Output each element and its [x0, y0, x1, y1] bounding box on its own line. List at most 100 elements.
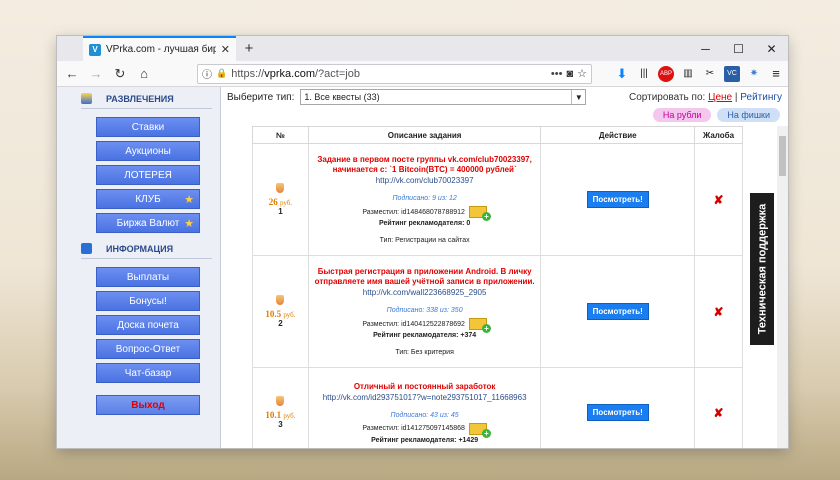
col-complaint: Жалоба [694, 126, 743, 144]
currency-toggle: На рубли На фишки [652, 108, 780, 122]
jobs-table: № Описание задания Действие Жалоба 26 ру… [252, 126, 743, 448]
row-price-cell: 26 руб. 1 [252, 143, 309, 256]
info-icon[interactable]: ⓘ [202, 66, 212, 81]
message-icon[interactable] [468, 422, 491, 438]
entertainment-menu: Ставки Аукционы ЛОТЕРЕЯ КЛУБ ★ Биржа Валю… [96, 117, 220, 233]
pocket-icon[interactable]: ◙ [566, 68, 573, 80]
gear-icon[interactable]: ✷ [746, 66, 762, 82]
window-controls: ─ ☐ ✕ [689, 36, 788, 61]
row-description-cell: Отличный и постоянный заработок http://v… [307, 367, 542, 448]
menu-bonuses-button[interactable]: Бонусы! [96, 291, 200, 311]
sort-by-price-link[interactable]: Цене [708, 92, 732, 103]
extension-vc-icon[interactable]: VC [724, 65, 740, 82]
table-header-row: № Описание задания Действие Жалоба [252, 126, 743, 144]
table-row: 10.1 руб. 3 Отличный и постоянный зарабо… [252, 367, 743, 448]
poster-id: Разместил: id148468078788912 [362, 208, 465, 216]
report-icon[interactable]: ✘ [713, 406, 723, 420]
row-complaint-cell: ✘ [694, 255, 743, 368]
advertiser-rating: Рейтинг рекламодателя: +374 [373, 332, 477, 339]
row-price-cell: 10.5 руб. 2 [252, 255, 309, 368]
sidebar-icon[interactable]: ▥ [680, 66, 696, 82]
bookmark-star-icon[interactable]: ☆ [577, 67, 587, 80]
navigation-bar: ← → ↻ ⌂ ⓘ 🔒 https://vprka.com/?act=job •… [57, 61, 788, 87]
close-window-icon[interactable]: ✕ [755, 36, 788, 61]
view-button[interactable]: Посмотреть! [586, 404, 649, 421]
report-icon[interactable]: ✘ [713, 305, 723, 319]
task-link[interactable]: http://vk.com/id293751017?w=note29375101… [309, 393, 541, 402]
row-complaint-cell: ✘ [694, 367, 743, 448]
section-title: РАЗВЛЕЧЕНИЯ [106, 93, 174, 104]
url-bar[interactable]: ⓘ 🔒 https://vprka.com/?act=job ••• ◙ ☆ [197, 63, 592, 84]
medal-icon [276, 183, 285, 193]
screenshot-icon[interactable]: ✂ [702, 66, 718, 82]
table-row: 10.5 руб. 2 Быстрая регистрация в прилож… [252, 255, 743, 368]
menu-faq-button[interactable]: Вопрос-Ответ [96, 339, 200, 359]
signed-count: Подписано: 9 из: 12 [392, 195, 457, 202]
quest-type-select[interactable]: 1. Все квесты (33) ▼ [300, 89, 587, 105]
poster-id: Разместил: id141275097145868 [362, 425, 465, 432]
reload-icon[interactable]: ↻ [109, 64, 131, 84]
report-icon[interactable]: ✘ [713, 193, 723, 207]
star-icon: ★ [184, 217, 194, 230]
col-number: № [252, 126, 309, 144]
maximize-icon[interactable]: ☐ [722, 36, 755, 61]
page-actions-icon[interactable]: ••• [551, 68, 563, 80]
menu-icon[interactable]: ≡ [768, 66, 784, 82]
task-link[interactable]: http://vk.com/club70023397 [309, 176, 541, 185]
row-description-cell: Задание в первом посте группы vk.com/clu… [307, 143, 542, 256]
advertiser-rating: Рейтинг рекламодателя: +1429 [371, 436, 479, 444]
adblock-icon[interactable]: ABP [658, 65, 674, 82]
task-type: Тип: Без критерия [395, 349, 454, 356]
signed-count: Подписано: 43 из: 45 [390, 411, 459, 419]
back-icon[interactable]: ← [61, 64, 83, 84]
page-content: РАЗВЛЕЧЕНИЯ Ставки Аукционы ЛОТЕРЕЯ КЛУБ… [57, 87, 788, 448]
view-button[interactable]: Посмотреть! [586, 303, 649, 320]
filter-label: Выберите тип: [227, 91, 295, 103]
message-icon[interactable] [468, 318, 491, 333]
close-tab-icon[interactable]: ✕ [221, 43, 230, 56]
view-button[interactable]: Посмотреть! [586, 191, 649, 208]
exit-button[interactable]: Выход [96, 395, 200, 415]
home-icon[interactable]: ⌂ [133, 64, 155, 84]
message-icon[interactable] [468, 206, 491, 221]
table-scrollbar[interactable] [777, 126, 788, 448]
menu-lottery-button[interactable]: ЛОТЕРЕЯ [96, 165, 200, 185]
tech-support-tab[interactable]: Техническая поддержка [750, 193, 774, 345]
row-price-cell: 10.1 руб. 3 [252, 367, 309, 448]
menu-exchange-button[interactable]: Биржа Валют ★ [96, 213, 200, 233]
row-complaint-cell: ✘ [694, 143, 743, 256]
medal-icon [276, 396, 285, 406]
menu-club-button[interactable]: КЛУБ ★ [96, 189, 200, 209]
filter-bar: Выберите тип: 1. Все квесты (33) ▼ Сорти… [221, 87, 788, 107]
lock-icon: 🔒 [216, 68, 228, 78]
new-tab-button[interactable]: + [236, 36, 262, 61]
info-book-icon [81, 243, 92, 254]
sort-by-rating-link[interactable]: Рейтингу [740, 92, 782, 103]
menu-payouts-button[interactable]: Выплаты [96, 267, 200, 287]
info-menu: Выплаты Бонусы! Доска почета Вопрос-Отве… [96, 267, 220, 415]
menu-chat-button[interactable]: Чат-базар [96, 363, 200, 383]
favicon-icon: V [89, 43, 101, 56]
task-title: Быстрая регистрация в приложении Android… [314, 267, 535, 286]
library-icon[interactable]: ||| [636, 66, 652, 82]
rubles-pill[interactable]: На рубли [652, 108, 712, 122]
row-action-cell: Посмотреть! [540, 255, 696, 368]
url-text: https://vprka.com/?act=job [231, 67, 360, 80]
scrollbar-thumb[interactable] [779, 136, 786, 176]
forward-icon[interactable]: → [85, 64, 107, 84]
row-action-cell: Посмотреть! [540, 143, 696, 256]
table-row: 26 руб. 1 Задание в первом посте группы … [252, 143, 743, 256]
menu-auctions-button[interactable]: Аукционы [96, 141, 200, 161]
gift-icon [81, 93, 92, 104]
chips-pill[interactable]: На фишки [717, 108, 780, 122]
row-action-cell: Посмотреть! [540, 367, 696, 448]
select-value: 1. Все квесты (33) [304, 92, 380, 102]
browser-tab[interactable]: V VPrka.com - лучшая биржа о ✕ [83, 36, 236, 61]
tab-title: VPrka.com - лучшая биржа о [106, 44, 216, 55]
download-icon[interactable]: ⬇ [614, 66, 630, 82]
minimize-icon[interactable]: ─ [689, 36, 722, 61]
menu-honor-board-button[interactable]: Доска почета [96, 315, 200, 335]
task-link[interactable]: http://vk.com/wall223668925_2905 [309, 288, 541, 297]
poster-id: Разместил: id140412522878692 [362, 320, 465, 328]
menu-bets-button[interactable]: Ставки [96, 117, 200, 137]
